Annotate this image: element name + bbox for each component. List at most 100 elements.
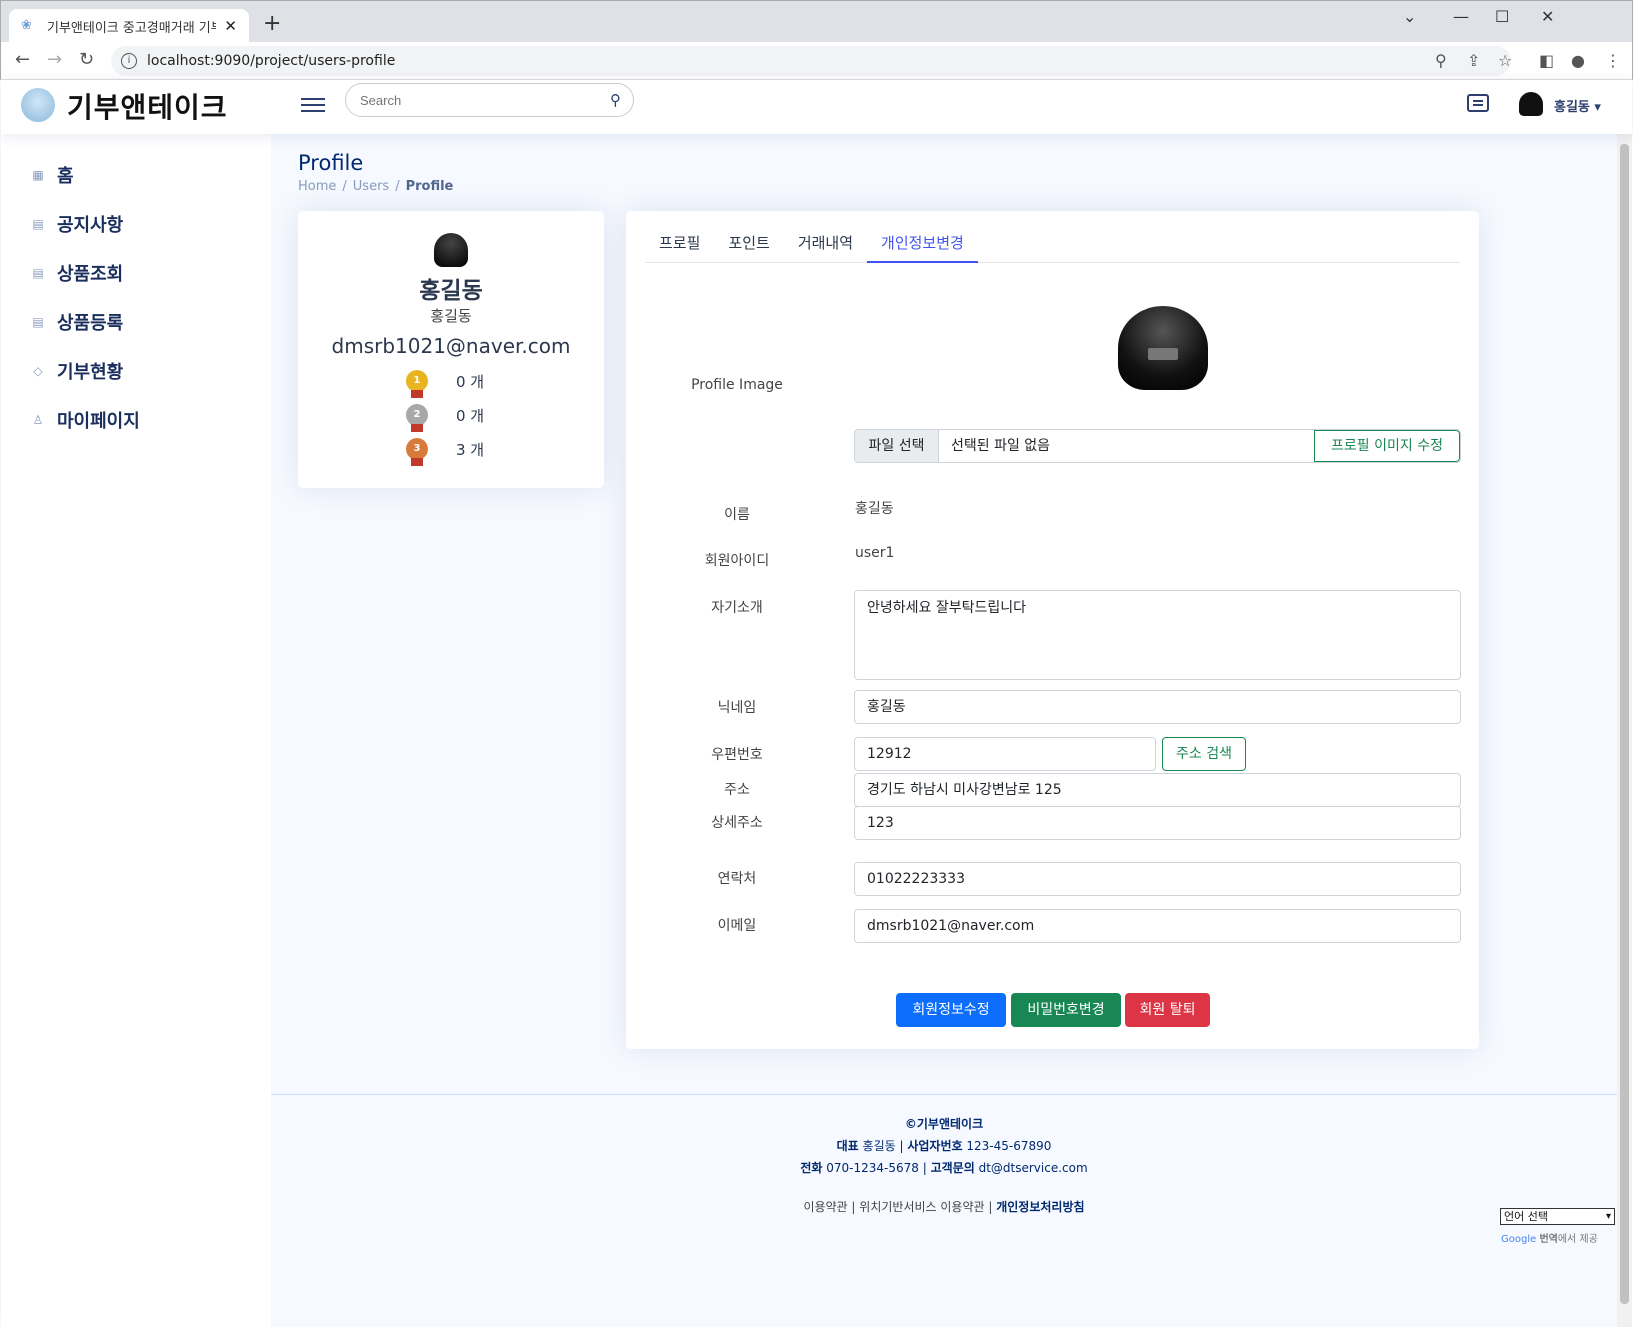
close-tab-icon[interactable]: ✕ <box>224 17 237 35</box>
footer-biz-label: 사업자번호 <box>907 1139 963 1153</box>
footer-contact: dt@dtservice.com <box>978 1161 1088 1175</box>
phone-label: 연락처 <box>717 871 757 887</box>
main-content: Profile Home / Users / Profile 홍길동 홍길동 dmsrb… <box>271 134 1617 1327</box>
sidebar: ▦ 홈 ▤ 공지사항 ▤ 상품조회 ▤ 상품등록 ◇ 기부현황 ♙ 마이페이지 <box>1 134 271 1327</box>
reload-icon[interactable]: ↻ <box>79 49 94 70</box>
profile-icon[interactable]: ● <box>1571 51 1585 70</box>
sidebar-item-label: 상품등록 <box>57 312 124 334</box>
footer-ceo-label: 대표 <box>836 1139 859 1153</box>
address-bar[interactable]: i localhost:9090/project/users-profile <box>111 46 1511 76</box>
browser-toolbar: ← → ↻ i localhost:9090/project/users-pro… <box>0 42 1633 80</box>
email-label: 이메일 <box>717 918 757 934</box>
menu-kebab-icon[interactable]: ⋮ <box>1605 51 1621 70</box>
withdraw-button[interactable]: 회원 탈퇴 <box>1125 993 1210 1027</box>
tab-profile[interactable]: 프로필 <box>645 229 714 263</box>
document-icon: ▤ <box>32 216 44 231</box>
medal-count: 0 개 <box>456 406 485 425</box>
footer-phone: 070-1234-5678 <box>826 1161 919 1175</box>
sidebar-item-donation[interactable]: ◇ 기부현황 <box>1 346 271 395</box>
name-value: 홍길동 <box>855 501 894 517</box>
user-name: 홍길동 <box>1554 100 1590 115</box>
gem-icon: ◇ <box>33 363 43 378</box>
footer: ©기부앤테이크 대표 홍길동 | 사업자번호 123-45-67890 전화 0… <box>271 1094 1617 1215</box>
browser-tab[interactable]: ❀ 기부앤테이크 중고경매거래 기부 ✕ <box>9 9 249 43</box>
message-icon[interactable] <box>1467 94 1489 112</box>
forward-icon[interactable]: → <box>47 49 62 70</box>
maximize-icon[interactable]: ☐ <box>1495 7 1509 26</box>
name-label: 이름 <box>724 507 750 523</box>
sidebar-item-label: 상품조회 <box>57 263 124 285</box>
tab-edit-info[interactable]: 개인정보변경 <box>867 229 978 263</box>
user-dropdown[interactable]: 홍길동 ▾ <box>1554 96 1601 115</box>
breadcrumb-home[interactable]: Home <box>298 179 336 194</box>
minimize-icon[interactable]: — <box>1453 7 1469 26</box>
address-search-button[interactable]: 주소 검색 <box>1162 737 1246 771</box>
footer-biz-no: 123-45-67890 <box>966 1139 1052 1153</box>
footer-terms-link[interactable]: 이용약관 <box>803 1200 847 1214</box>
breadcrumb-current: Profile <box>405 179 454 194</box>
footer-privacy-link[interactable]: 개인정보처리방침 <box>996 1200 1084 1214</box>
url-text: localhost:9090/project/users-profile <box>147 53 396 69</box>
zipcode-input[interactable]: 12912 <box>854 737 1156 771</box>
edit-profile-image-button[interactable]: 프로필 이미지 수정 <box>1314 430 1460 462</box>
file-select-button[interactable]: 파일 선택 <box>855 430 939 462</box>
browser-tab-title: 기부앤테이크 중고경매거래 기부 <box>47 20 217 36</box>
silver-medal-icon: 2 <box>406 404 428 432</box>
person-icon: ♙ <box>32 412 44 427</box>
sidebar-item-product-list[interactable]: ▤ 상품조회 <box>1 248 271 297</box>
language-select[interactable]: 언어 선택 <box>1500 1208 1615 1225</box>
sidebar-item-label: 마이페이지 <box>57 410 140 432</box>
email-input[interactable]: dmsrb1021@naver.com <box>854 909 1461 943</box>
footer-contact-label: 고객문의 <box>930 1161 975 1175</box>
sidebar-item-product-register[interactable]: ▤ 상품등록 <box>1 297 271 346</box>
list-icon: ▤ <box>32 314 44 329</box>
tab-transactions[interactable]: 거래내역 <box>784 229 867 263</box>
breadcrumb-users[interactable]: Users <box>353 179 389 194</box>
logo-icon[interactable] <box>21 88 55 122</box>
sidebar-item-home[interactable]: ▦ 홈 <box>1 150 271 199</box>
search-input[interactable] <box>346 84 586 116</box>
bronze-medal-icon: 3 <box>406 438 428 466</box>
bookmark-star-icon[interactable]: ☆ <box>1498 51 1512 70</box>
update-info-button[interactable]: 회원정보수정 <box>896 993 1006 1027</box>
nickname-label: 닉네임 <box>717 700 757 716</box>
sidebar-item-notice[interactable]: ▤ 공지사항 <box>1 199 271 248</box>
sidebar-item-mypage[interactable]: ♙ 마이페이지 <box>1 395 271 444</box>
footer-location-terms-link[interactable]: 위치기반서비스 이용약관 <box>859 1200 984 1214</box>
address-input[interactable]: 경기도 하남시 미사강변남로 125 <box>854 773 1461 807</box>
page-title: Profile <box>298 151 364 175</box>
scrollbar-thumb[interactable] <box>1620 144 1629 1304</box>
footer-links: 이용약관 | 위치기반서비스 이용약관 | 개인정보처리방침 <box>803 1200 1085 1214</box>
side-panel-icon[interactable]: ◧ <box>1539 51 1554 70</box>
logo-text[interactable]: 기부앤테이크 <box>67 86 228 126</box>
tab-points[interactable]: 포인트 <box>714 229 783 263</box>
site-info-icon[interactable]: i <box>121 53 137 69</box>
profile-tabs: 프로필 포인트 거래내역 개인정보변경 <box>645 229 1460 263</box>
search-icon[interactable]: ⚲ <box>610 91 621 109</box>
tab-search-icon[interactable]: ⌄ <box>1403 7 1416 26</box>
window-close-icon[interactable]: ✕ <box>1541 7 1554 26</box>
file-name-display[interactable]: 선택된 파일 없음 <box>939 430 1314 462</box>
medal-row: 1 0 개 <box>298 364 604 398</box>
intro-textarea[interactable]: 안녕하세요 잘부탁드립니다 <box>854 590 1461 680</box>
address-label: 주소 <box>724 782 750 798</box>
back-icon[interactable]: ← <box>15 49 30 70</box>
profile-avatar <box>434 233 468 267</box>
detail-address-input[interactable]: 123 <box>854 806 1461 840</box>
phone-input[interactable]: 01022223333 <box>854 862 1461 896</box>
share-icon[interactable]: ⇪ <box>1467 51 1480 70</box>
avatar[interactable] <box>1519 92 1543 116</box>
new-tab-icon[interactable]: + <box>263 11 281 36</box>
change-password-button[interactable]: 비밀번호변경 <box>1011 993 1121 1027</box>
translate-bold: 번역 <box>1539 1234 1558 1245</box>
nickname-input[interactable]: 홍길동 <box>854 690 1461 724</box>
favicon-icon: ❀ <box>21 18 32 33</box>
footer-ceo: 홍길동 <box>862 1139 896 1153</box>
file-upload-group: 파일 선택 선택된 파일 없음 프로필 이미지 수정 <box>854 429 1461 463</box>
google-wordmark: Google <box>1501 1234 1537 1245</box>
translate-suffix: 에서 제공 <box>1557 1234 1598 1245</box>
zoom-icon[interactable]: ⚲ <box>1435 51 1447 70</box>
hamburger-menu-icon[interactable] <box>301 94 325 114</box>
profile-edit-card: 프로필 포인트 거래내역 개인정보변경 Profile Image 파일 선택 … <box>626 211 1479 1049</box>
page-scrollbar[interactable] <box>1617 134 1632 1327</box>
